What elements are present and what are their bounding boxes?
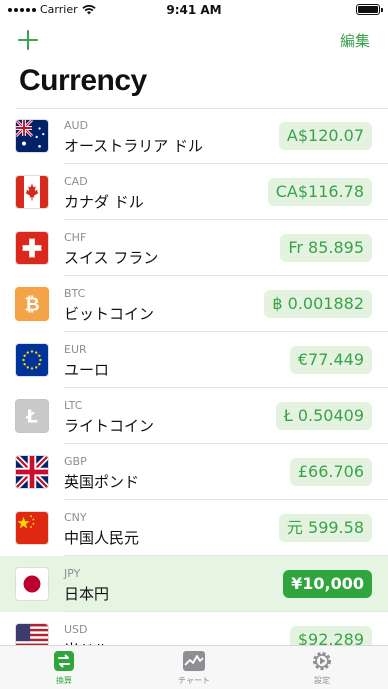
currency-code: LTC [64,399,83,412]
exchange-icon [54,651,74,671]
currency-name: 日本円 [64,585,110,603]
currency-amount[interactable]: €77.449 [289,346,372,374]
currency-row-aud[interactable]: AUD オーストラリア ドル A$120.07 [0,108,388,164]
gear-icon [313,652,331,670]
tab-chart[interactable]: チャート [154,650,234,686]
battery-icon [356,4,383,15]
currency-name: スイス フラン [64,249,159,267]
currency-row-eur[interactable]: EUR ユーロ €77.449 [0,332,388,388]
currency-name: ユーロ [64,361,110,379]
japan-flag-icon [15,567,49,601]
canada-flag-icon [15,175,49,209]
currency-row-cad[interactable]: CAD カナダ ドル CA$116.78 [0,164,388,220]
currency-name: ライトコイン [64,417,155,435]
currency-code: EUR [64,343,87,356]
currency-code: CNY [64,511,87,524]
edit-button[interactable]: 編集 [340,30,370,51]
currency-amount[interactable]: CA$116.78 [267,178,372,206]
tab-settings[interactable]: 設定 [282,650,362,686]
currency-amount[interactable]: ฿ 0.001882 [264,290,372,318]
currency-name: カナダ ドル [64,193,144,211]
currency-row-cny[interactable]: CNY 中国人民元 元 599.58 [0,500,388,556]
add-currency-button[interactable] [16,28,40,52]
currency-code: JPY [64,567,81,580]
eu-flag-icon [15,343,49,377]
currency-code: CAD [64,175,88,188]
tab-convert[interactable]: 換算 [24,650,104,686]
bitcoin-icon: ₿ [15,287,49,321]
currency-name: 英国ポンド [64,473,140,491]
currency-code: AUD [64,119,89,132]
status-bar: Carrier 9:41 AM [0,0,388,20]
currency-list: AUD オーストラリア ドル A$120.07 CAD カナダ ドル CA$11… [0,108,388,649]
china-flag-icon [15,511,49,545]
australia-flag-icon [15,119,49,153]
currency-name: ビットコイン [64,305,155,323]
svg-text:₿: ₿ [24,295,39,316]
currency-code: CHF [64,231,87,244]
currency-row-btc[interactable]: ₿ BTC ビットコイン ฿ 0.001882 [0,276,388,332]
currency-row-gbp[interactable]: GBP 英国ポンド £66.706 [0,444,388,500]
status-time: 9:41 AM [166,3,222,17]
tab-label: 換算 [56,676,72,685]
currency-name: 中国人民元 [64,529,140,547]
currency-amount[interactable]: 元 599.58 [278,514,372,542]
switzerland-flag-icon [15,231,49,265]
tab-label: チャート [178,676,210,685]
currency-amount[interactable]: Ł 0.50409 [275,402,372,430]
tab-bar: 換算 チャート 設定 [0,645,388,689]
currency-row-jpy[interactable]: JPY 日本円 ¥10,000 [0,556,388,612]
currency-amount[interactable]: £66.706 [289,458,372,486]
page-title: Currency [19,64,147,97]
currency-amount[interactable]: A$120.07 [278,122,372,150]
currency-name: オーストラリア ドル [64,137,204,155]
currency-code: USD [64,623,88,636]
currency-row-chf[interactable]: CHF スイス フラン Fr 85.895 [0,220,388,276]
uk-flag-icon [15,455,49,489]
currency-code: BTC [64,287,86,300]
tab-label: 設定 [314,676,330,685]
currency-amount[interactable]: Fr 85.895 [280,234,372,262]
currency-amount-input[interactable]: ¥10,000 [283,570,372,598]
litecoin-icon: Ł [15,399,49,433]
currency-code: GBP [64,455,87,468]
chart-icon [183,651,205,671]
svg-text:Ł: Ł [25,407,37,428]
currency-row-usd[interactable]: USD 米ドル $92.289 [0,612,388,649]
currency-row-ltc[interactable]: Ł LTC ライトコイン Ł 0.50409 [0,388,388,444]
